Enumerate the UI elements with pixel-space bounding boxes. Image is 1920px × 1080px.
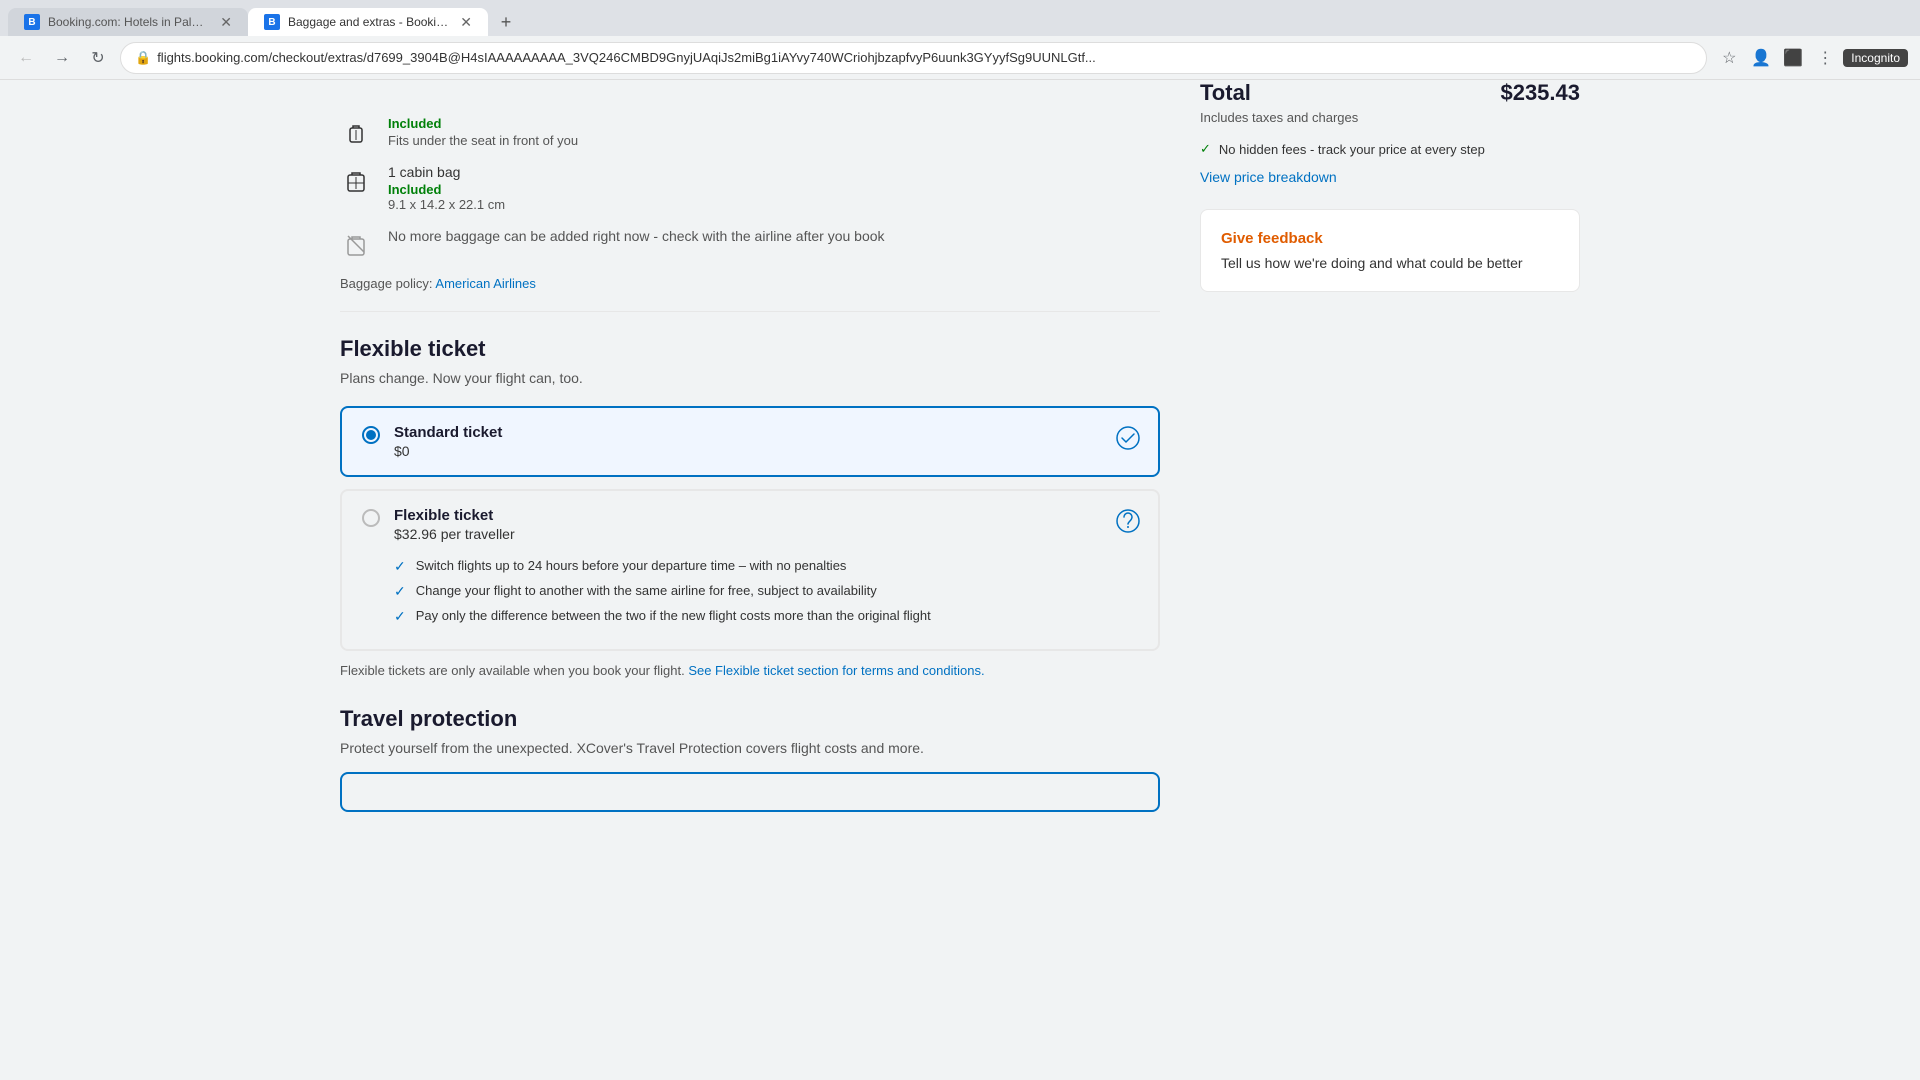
tab-favicon-2: B (264, 14, 280, 30)
personal-item-details: Included Fits under the seat in front of… (388, 116, 1160, 148)
feature-1: ✓ Switch flights up to 24 hours before y… (394, 558, 1138, 575)
tab-title-1: Booking.com: Hotels in Palm Sp... (48, 15, 212, 29)
travel-protection-subtitle: Protect yourself from the unexpected. XC… (340, 740, 1160, 756)
flexible-ticket-title: Flexible ticket (340, 336, 1160, 362)
total-label: Total (1200, 80, 1251, 106)
address-text: flights.booking.com/checkout/extras/d769… (157, 50, 1692, 65)
page-content: Included Fits under the seat in front of… (260, 80, 1660, 852)
travel-protection-title: Travel protection (340, 706, 1160, 732)
browser-titlebar: B Booking.com: Hotels in Palm Sp... ✕ B … (0, 0, 1920, 36)
sidebar: Total $235.43 Includes taxes and charges… (1200, 80, 1580, 852)
tab-favicon-1: B (24, 14, 40, 30)
reload-button[interactable]: ↻ (84, 44, 112, 72)
standard-ticket-price: $0 (394, 443, 1138, 459)
extensions-icon[interactable]: ⬛ (1779, 44, 1807, 72)
feedback-text: Tell us how we're doing and what could b… (1221, 255, 1559, 271)
fits-text: Fits under the seat in front of you (388, 133, 1160, 148)
browser-toolbar: ← → ↻ 🔒 flights.booking.com/checkout/ext… (0, 36, 1920, 80)
cabin-bag-size: 9.1 x 14.2 x 22.1 cm (388, 197, 1160, 212)
no-baggage-text: No more baggage can be added right now -… (388, 228, 885, 244)
cabin-bag-name: 1 cabin bag (388, 164, 1160, 180)
cabin-bag-row: 1 cabin bag Included 9.1 x 14.2 x 22.1 c… (340, 164, 1160, 212)
feature-1-text: Switch flights up to 24 hours before you… (416, 558, 847, 573)
feature-3: ✓ Pay only the difference between the tw… (394, 608, 1138, 625)
standard-ticket-name: Standard ticket (394, 424, 1138, 441)
new-tab-button[interactable]: + (492, 8, 520, 36)
flexible-ticket-name: Flexible ticket (394, 507, 1138, 524)
no-hidden-fees: ✓ No hidden fees - track your price at e… (1200, 141, 1580, 157)
taxes-text: Includes taxes and charges (1200, 110, 1580, 125)
flexible-ticket-subtitle: Plans change. Now your flight can, too. (340, 370, 1160, 386)
travel-protection-section: Travel protection Protect yourself from … (340, 706, 1160, 812)
browser-tabs: B Booking.com: Hotels in Palm Sp... ✕ B … (8, 0, 520, 36)
flexible-ticket-radio[interactable] (362, 509, 380, 527)
tab-title-2: Baggage and extras - Booking... (288, 15, 452, 29)
flexible-ticket-features: ✓ Switch flights up to 24 hours before y… (394, 558, 1138, 625)
main-content: Included Fits under the seat in front of… (340, 80, 1160, 852)
incognito-badge: Incognito (1843, 49, 1908, 67)
tab-close-2[interactable]: ✕ (460, 14, 472, 31)
feature-3-text: Pay only the difference between the two … (416, 608, 931, 623)
check-icon-3: ✓ (394, 608, 406, 625)
address-bar[interactable]: 🔒 flights.booking.com/checkout/extras/d7… (120, 42, 1707, 74)
checkmark-icon: ✓ (1200, 141, 1211, 157)
back-button[interactable]: ← (12, 44, 40, 72)
feature-2-text: Change your flight to another with the s… (416, 583, 877, 598)
travel-protection-card (340, 772, 1160, 812)
no-hidden-fees-text: No hidden fees - track your price at eve… (1219, 142, 1485, 157)
feature-2: ✓ Change your flight to another with the… (394, 583, 1138, 600)
personal-item-row: Included Fits under the seat in front of… (340, 116, 1160, 148)
bag-icon (340, 116, 372, 148)
toolbar-actions: ☆ 👤 ⬛ ⋮ Incognito (1715, 44, 1908, 72)
baggage-policy: Baggage policy: American Airlines (340, 276, 1160, 291)
flexible-ticket-section: Flexible ticket Plans change. Now your f… (340, 336, 1160, 678)
flexible-ticket-option[interactable]: Flexible ticket $32.96 per traveller ✓ S… (340, 489, 1160, 651)
standard-ticket-option[interactable]: Standard ticket $0 (340, 406, 1160, 477)
profile-icon[interactable]: 👤 (1747, 44, 1775, 72)
lock-icon: 🔒 (135, 50, 151, 66)
forward-button[interactable]: → (48, 44, 76, 72)
check-icon-1: ✓ (394, 558, 406, 575)
more-options-icon[interactable]: ⋮ (1811, 44, 1839, 72)
terms-prefix: Flexible tickets are only available when… (340, 663, 685, 678)
terms-link[interactable]: See Flexible ticket section for terms an… (688, 663, 984, 678)
cabin-bag-details: 1 cabin bag Included 9.1 x 14.2 x 22.1 c… (388, 164, 1160, 212)
feedback-title: Give feedback (1221, 230, 1559, 247)
cabin-bag-icon (340, 164, 372, 196)
no-bag-icon (340, 228, 372, 260)
view-breakdown-link[interactable]: View price breakdown (1200, 169, 1580, 185)
total-amount: $235.43 (1500, 80, 1580, 106)
bookmark-icon[interactable]: ☆ (1715, 44, 1743, 72)
sidebar-total: Total $235.43 Includes taxes and charges… (1200, 80, 1580, 292)
total-row: Total $235.43 (1200, 80, 1580, 106)
baggage-section: Included Fits under the seat in front of… (340, 80, 1160, 312)
browser-frame: B Booking.com: Hotels in Palm Sp... ✕ B … (0, 0, 1920, 1080)
included-label: Included (388, 116, 1160, 131)
baggage-policy-prefix: Baggage policy: (340, 276, 433, 291)
cabin-bag-included: Included (388, 182, 1160, 197)
feedback-card[interactable]: Give feedback Tell us how we're doing an… (1200, 209, 1580, 292)
flexible-ticket-terms: Flexible tickets are only available when… (340, 663, 1160, 678)
baggage-policy-link[interactable]: American Airlines (435, 276, 535, 291)
standard-ticket-icon (1114, 424, 1142, 452)
flexible-ticket-info-icon (1114, 507, 1142, 535)
flexible-ticket-content: Flexible ticket $32.96 per traveller ✓ S… (394, 507, 1138, 633)
check-icon-2: ✓ (394, 583, 406, 600)
standard-ticket-content: Standard ticket $0 (394, 424, 1138, 459)
no-baggage-row: No more baggage can be added right now -… (340, 228, 1160, 260)
tab-close-1[interactable]: ✕ (220, 14, 232, 31)
flexible-ticket-price: $32.96 per traveller (394, 526, 1138, 542)
standard-ticket-radio[interactable] (362, 426, 380, 444)
browser-tab-2[interactable]: B Baggage and extras - Booking... ✕ (248, 8, 488, 36)
browser-tab-1[interactable]: B Booking.com: Hotels in Palm Sp... ✕ (8, 8, 248, 36)
